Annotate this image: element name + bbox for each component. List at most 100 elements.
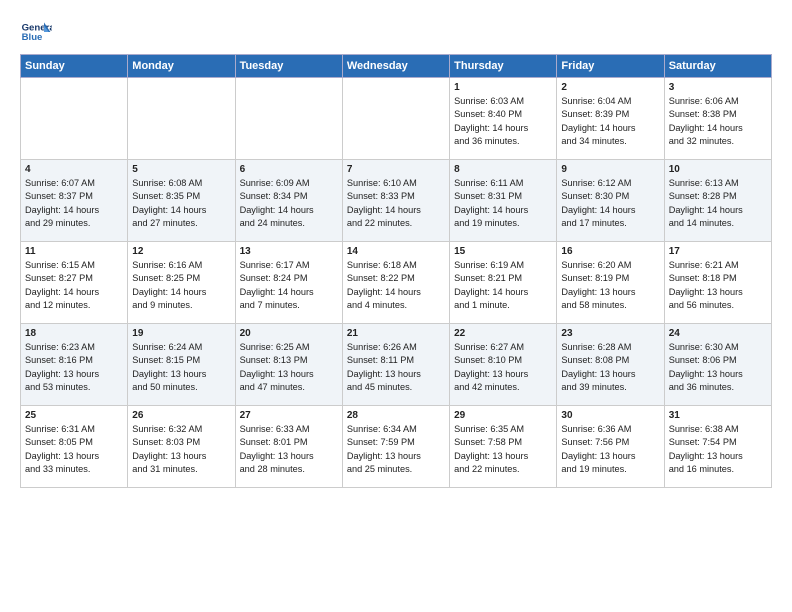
weekday-header-row: SundayMondayTuesdayWednesdayThursdayFrid… — [21, 55, 772, 78]
day-info: Sunrise: 6:07 AM Sunset: 8:37 PM Dayligh… — [25, 177, 123, 230]
day-number: 3 — [669, 82, 767, 93]
day-info: Sunrise: 6:38 AM Sunset: 7:54 PM Dayligh… — [669, 423, 767, 476]
day-info: Sunrise: 6:13 AM Sunset: 8:28 PM Dayligh… — [669, 177, 767, 230]
day-info: Sunrise: 6:28 AM Sunset: 8:08 PM Dayligh… — [561, 341, 659, 394]
calendar-cell: 22 Sunrise: 6:27 AM Sunset: 8:10 PM Dayli… — [450, 324, 557, 406]
weekday-header-wednesday: Wednesday — [342, 55, 449, 78]
day-info: Sunrise: 6:12 AM Sunset: 8:30 PM Dayligh… — [561, 177, 659, 230]
day-number: 27 — [240, 410, 338, 421]
day-number: 17 — [669, 246, 767, 257]
calendar-cell — [235, 78, 342, 160]
day-number: 7 — [347, 164, 445, 175]
calendar-cell: 3 Sunrise: 6:06 AM Sunset: 8:38 PM Daylig… — [664, 78, 771, 160]
day-info: Sunrise: 6:04 AM Sunset: 8:39 PM Dayligh… — [561, 95, 659, 148]
calendar-cell: 29Sunrise: 6:35 AM Sunset: 7:58 PM Dayli… — [450, 406, 557, 488]
calendar-cell: 4 Sunrise: 6:07 AM Sunset: 8:37 PM Daylig… — [21, 160, 128, 242]
week-row-4: 18 Sunrise: 6:23 AM Sunset: 8:16 PM Dayli… — [21, 324, 772, 406]
day-info: Sunrise: 6:26 AM Sunset: 8:11 PM Dayligh… — [347, 341, 445, 394]
calendar-cell: 12Sunrise: 6:16 AM Sunset: 8:25 PM Dayli… — [128, 242, 235, 324]
day-number: 14 — [347, 246, 445, 257]
day-info: Sunrise: 6:23 AM Sunset: 8:16 PM Dayligh… — [25, 341, 123, 394]
calendar-cell: 14 Sunrise: 6:18 AM Sunset: 8:22 PM Dayli… — [342, 242, 449, 324]
day-number: 10 — [669, 164, 767, 175]
weekday-header-monday: Monday — [128, 55, 235, 78]
day-number: 21 — [347, 328, 445, 339]
day-number: 18 — [25, 328, 123, 339]
calendar-cell: 31 Sunrise: 6:38 AM Sunset: 7:54 PM Dayli… — [664, 406, 771, 488]
day-number: 29 — [454, 410, 552, 421]
weekday-header-saturday: Saturday — [664, 55, 771, 78]
calendar-cell: 16 Sunrise: 6:20 AM Sunset: 8:19 PM Dayli… — [557, 242, 664, 324]
calendar-cell: 28 Sunrise: 6:34 AM Sunset: 7:59 PM Dayli… — [342, 406, 449, 488]
day-number: 8 — [454, 164, 552, 175]
day-info: Sunrise: 6:09 AM Sunset: 8:34 PM Dayligh… — [240, 177, 338, 230]
calendar-cell: 25 Sunrise: 6:31 AM Sunset: 8:05 PM Dayli… — [21, 406, 128, 488]
day-info: Sunrise: 6:33 AM Sunset: 8:01 PM Dayligh… — [240, 423, 338, 476]
day-number: 22 — [454, 328, 552, 339]
calendar-cell — [128, 78, 235, 160]
day-number: 31 — [669, 410, 767, 421]
calendar-cell: 15 Sunrise: 6:19 AM Sunset: 8:21 PM Dayli… — [450, 242, 557, 324]
day-info: Sunrise: 6:18 AM Sunset: 8:22 PM Dayligh… — [347, 259, 445, 312]
day-info: Sunrise: 6:27 AM Sunset: 8:10 PM Dayligh… — [454, 341, 552, 394]
calendar-cell: 27 Sunrise: 6:33 AM Sunset: 8:01 PM Dayli… — [235, 406, 342, 488]
header: General Blue — [20, 16, 772, 48]
calendar-cell: 23Sunrise: 6:28 AM Sunset: 8:08 PM Dayli… — [557, 324, 664, 406]
calendar-cell: 20Sunrise: 6:25 AM Sunset: 8:13 PM Dayli… — [235, 324, 342, 406]
logo: General Blue — [20, 16, 52, 48]
calendar: SundayMondayTuesdayWednesdayThursdayFrid… — [20, 54, 772, 488]
calendar-cell: 19 Sunrise: 6:24 AM Sunset: 8:15 PM Dayli… — [128, 324, 235, 406]
calendar-cell: 24Sunrise: 6:30 AM Sunset: 8:06 PM Dayli… — [664, 324, 771, 406]
calendar-cell — [342, 78, 449, 160]
day-info: Sunrise: 6:19 AM Sunset: 8:21 PM Dayligh… — [454, 259, 552, 312]
day-info: Sunrise: 6:17 AM Sunset: 8:24 PM Dayligh… — [240, 259, 338, 312]
day-info: Sunrise: 6:25 AM Sunset: 8:13 PM Dayligh… — [240, 341, 338, 394]
week-row-1: 1 Sunrise: 6:03 AM Sunset: 8:40 PM Daylig… — [21, 78, 772, 160]
day-number: 30 — [561, 410, 659, 421]
day-number: 24 — [669, 328, 767, 339]
svg-text:Blue: Blue — [22, 32, 43, 43]
calendar-cell: 2Sunrise: 6:04 AM Sunset: 8:39 PM Daylig… — [557, 78, 664, 160]
calendar-cell: 1 Sunrise: 6:03 AM Sunset: 8:40 PM Daylig… — [450, 78, 557, 160]
day-info: Sunrise: 6:36 AM Sunset: 7:56 PM Dayligh… — [561, 423, 659, 476]
day-info: Sunrise: 6:06 AM Sunset: 8:38 PM Dayligh… — [669, 95, 767, 148]
weekday-header-sunday: Sunday — [21, 55, 128, 78]
day-info: Sunrise: 6:32 AM Sunset: 8:03 PM Dayligh… — [132, 423, 230, 476]
calendar-cell: 17Sunrise: 6:21 AM Sunset: 8:18 PM Dayli… — [664, 242, 771, 324]
day-number: 4 — [25, 164, 123, 175]
week-row-5: 25 Sunrise: 6:31 AM Sunset: 8:05 PM Dayli… — [21, 406, 772, 488]
day-info: Sunrise: 6:03 AM Sunset: 8:40 PM Dayligh… — [454, 95, 552, 148]
week-row-2: 4 Sunrise: 6:07 AM Sunset: 8:37 PM Daylig… — [21, 160, 772, 242]
day-number: 28 — [347, 410, 445, 421]
calendar-cell: 10 Sunrise: 6:13 AM Sunset: 8:28 PM Dayli… — [664, 160, 771, 242]
calendar-cell: 21 Sunrise: 6:26 AM Sunset: 8:11 PM Dayli… — [342, 324, 449, 406]
calendar-cell: 6 Sunrise: 6:09 AM Sunset: 8:34 PM Daylig… — [235, 160, 342, 242]
day-number: 16 — [561, 246, 659, 257]
day-number: 13 — [240, 246, 338, 257]
day-number: 19 — [132, 328, 230, 339]
day-number: 26 — [132, 410, 230, 421]
calendar-cell: 5Sunrise: 6:08 AM Sunset: 8:35 PM Daylig… — [128, 160, 235, 242]
week-row-3: 11 Sunrise: 6:15 AM Sunset: 8:27 PM Dayli… — [21, 242, 772, 324]
day-info: Sunrise: 6:31 AM Sunset: 8:05 PM Dayligh… — [25, 423, 123, 476]
day-info: Sunrise: 6:24 AM Sunset: 8:15 PM Dayligh… — [132, 341, 230, 394]
calendar-cell — [21, 78, 128, 160]
day-number: 15 — [454, 246, 552, 257]
day-info: Sunrise: 6:15 AM Sunset: 8:27 PM Dayligh… — [25, 259, 123, 312]
weekday-header-thursday: Thursday — [450, 55, 557, 78]
day-info: Sunrise: 6:34 AM Sunset: 7:59 PM Dayligh… — [347, 423, 445, 476]
day-number: 11 — [25, 246, 123, 257]
day-info: Sunrise: 6:20 AM Sunset: 8:19 PM Dayligh… — [561, 259, 659, 312]
weekday-header-friday: Friday — [557, 55, 664, 78]
day-number: 1 — [454, 82, 552, 93]
calendar-cell: 9 Sunrise: 6:12 AM Sunset: 8:30 PM Daylig… — [557, 160, 664, 242]
day-number: 25 — [25, 410, 123, 421]
day-info: Sunrise: 6:08 AM Sunset: 8:35 PM Dayligh… — [132, 177, 230, 230]
day-info: Sunrise: 6:11 AM Sunset: 8:31 PM Dayligh… — [454, 177, 552, 230]
weekday-header-tuesday: Tuesday — [235, 55, 342, 78]
calendar-cell: 18 Sunrise: 6:23 AM Sunset: 8:16 PM Dayli… — [21, 324, 128, 406]
calendar-cell: 7Sunrise: 6:10 AM Sunset: 8:33 PM Daylig… — [342, 160, 449, 242]
logo-icon: General Blue — [20, 16, 52, 48]
day-number: 6 — [240, 164, 338, 175]
day-number: 9 — [561, 164, 659, 175]
